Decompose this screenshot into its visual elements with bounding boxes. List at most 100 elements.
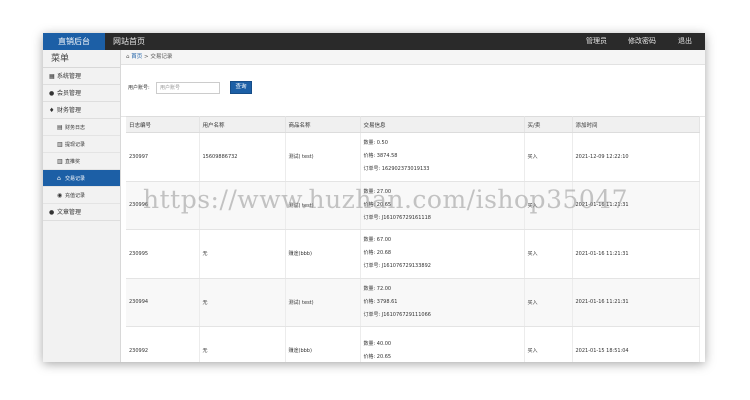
search-label: 用户账号: — [128, 85, 150, 91]
breadcrumb-home-link[interactable]: 首页 — [131, 54, 142, 60]
user-icon: ● — [49, 209, 55, 216]
cell-side: 买入 — [524, 181, 573, 230]
cell-time: 2021-01-16 11:21:31 — [572, 229, 700, 279]
cell-user: 无 — [199, 326, 286, 362]
admin-user-link[interactable]: 管理员 — [586, 33, 607, 50]
tint-icon: ♦ — [49, 107, 55, 114]
trade-price: 价格: 20.68 — [363, 250, 392, 257]
bank-icon: ▥ — [57, 141, 63, 148]
trade-records-table: 日志编号 用户名称 商品名称 交易信息 买/卖 添加时间 230997 1560… — [126, 116, 700, 362]
dashboard-icon: ◉ — [57, 192, 63, 199]
cell-log-id: 230996 — [126, 181, 200, 230]
sidebar-item-label: 充值记录 — [65, 193, 86, 199]
trade-price: 价格: 3874.58 — [363, 153, 398, 160]
cell-log-id: 230995 — [126, 229, 200, 279]
cell-user: 15609886732 — [199, 132, 286, 182]
main-content: ⌂ 首页 > 交易记录 用户账号: 查询 日志编号 用户名称 商品名称 交易信息… — [121, 50, 705, 362]
user-icon: ● — [49, 90, 55, 97]
search-input[interactable] — [156, 82, 220, 94]
cell-user: 无 — [199, 229, 286, 279]
top-navbar: 直销后台 网站首页 管理员 修改密码 退出 — [43, 33, 705, 50]
brand-logo-link[interactable]: 直销后台 — [43, 33, 105, 50]
column-header: 商品名称 — [285, 116, 361, 133]
sidebar-item-withdraw-records[interactable]: ▥ 提现记录 — [43, 136, 120, 153]
sidebar-item-system[interactable]: ▦ 系统管理 — [43, 68, 120, 85]
trade-order-number: 订单号: J161076729133892 — [363, 263, 431, 270]
breadcrumb-current: 交易记录 — [150, 54, 173, 60]
table-header-row: 日志编号 用户名称 商品名称 交易信息 买/卖 添加时间 — [126, 116, 700, 133]
sidebar-item-members[interactable]: ● 会员管理 — [43, 85, 120, 102]
sidebar-item-finance[interactable]: ♦ 财务管理 — [43, 102, 120, 119]
column-header: 交易信息 — [360, 116, 525, 133]
sidebar-item-label: 直推奖 — [65, 159, 81, 165]
cell-side: 买入 — [524, 326, 573, 362]
sidebar-item-label: 财务管理 — [57, 107, 82, 114]
column-header: 添加时间 — [572, 116, 700, 133]
cell-time: 2021-01-16 11:21:31 — [572, 278, 700, 327]
trade-quantity: 数量: 27.00 — [363, 188, 392, 195]
bank-icon: ▥ — [57, 158, 63, 165]
app-window: 直销后台 网站首页 管理员 修改密码 退出 菜单 ▦ 系统管理 ● 会员管理 ♦ 财务… — [43, 33, 705, 362]
sidebar-item-finance-log[interactable]: ▤ 财务日志 — [43, 119, 120, 136]
grid-icon: ▦ — [49, 73, 55, 80]
cell-trade-info: 数量: 72.00 价格: 3798.61 订单号: J161076729111… — [360, 278, 525, 327]
cell-time: 2021-12-09 12:22:10 — [572, 132, 700, 182]
cell-log-id: 230997 — [126, 132, 200, 182]
trade-price: 价格: 20.65 — [363, 201, 392, 208]
sidebar-title: 菜单 — [43, 50, 120, 68]
search-button[interactable]: 查询 — [230, 81, 252, 94]
table-row: 230994 无 测试( test) 数量: 72.00 价格: 3798.61… — [126, 278, 700, 327]
cell-side: 买入 — [524, 229, 573, 279]
breadcrumb-separator: > — [144, 54, 149, 60]
table-row: 230992 无 赚途(bbb) 数量: 40.00 价格: 20.65 买入 … — [126, 326, 700, 362]
cell-time: 2021-01-16 11:21:31 — [572, 181, 700, 230]
trade-price: 价格: 3798.61 — [363, 298, 398, 305]
change-password-link[interactable]: 修改密码 — [628, 33, 656, 50]
sidebar-item-label: 系统管理 — [57, 73, 82, 80]
sidebar-item-trade-records[interactable]: ⌂ 交易记录 — [43, 170, 120, 187]
website-home-link[interactable]: 网站首页 — [113, 33, 145, 50]
logout-link[interactable]: 退出 — [678, 33, 692, 50]
cell-trade-info: 数量: 40.00 价格: 20.65 — [360, 326, 525, 362]
sidebar-item-recharge-records[interactable]: ◉ 充值记录 — [43, 187, 120, 204]
trade-quantity: 数量: 67.00 — [363, 237, 392, 244]
column-header: 买/卖 — [524, 116, 573, 133]
table-row: 230997 15609886732 测试( test) 数量: 0.50 价格… — [126, 132, 700, 182]
cell-trade-info: 数量: 0.50 价格: 3874.58 订单号: 16290237301913… — [360, 132, 525, 182]
sidebar-item-label: 文章管理 — [57, 209, 82, 216]
trade-quantity: 数量: 0.50 — [363, 140, 388, 147]
trade-order-number: 订单号: J161076729111066 — [363, 311, 431, 318]
cell-user: 无 — [199, 278, 286, 327]
column-header: 日志编号 — [126, 116, 200, 133]
trade-price: 价格: 20.65 — [363, 353, 392, 360]
cell-product: 赚途(bbb) — [285, 229, 361, 279]
cell-trade-info: 数量: 67.00 价格: 20.68 订单号: J16107672913389… — [360, 229, 525, 279]
cell-time: 2021-01-15 18:51:04 — [572, 326, 700, 362]
trade-quantity: 数量: 40.00 — [363, 340, 392, 347]
cell-side: 买入 — [524, 132, 573, 182]
cell-side: 买入 — [524, 278, 573, 327]
book-icon: ▤ — [57, 124, 63, 131]
table-row: 230995 无 赚途(bbb) 数量: 67.00 价格: 20.68 订单号… — [126, 229, 700, 279]
breadcrumb: ⌂ 首页 > 交易记录 — [121, 50, 705, 65]
sidebar-item-label: 交易记录 — [65, 176, 86, 182]
sidebar-item-label: 会员管理 — [57, 90, 82, 97]
sidebar-item-direct-bonus[interactable]: ▥ 直推奖 — [43, 153, 120, 170]
home-icon: ⌂ — [57, 175, 61, 182]
cell-log-id: 230994 — [126, 278, 200, 327]
trade-order-number: 订单号: 162902373019133 — [363, 166, 430, 173]
sidebar-item-label: 提现记录 — [65, 142, 86, 148]
trade-order-number: 订单号: J161076729161118 — [363, 214, 431, 221]
cell-product: 测试( test) — [285, 278, 361, 327]
sidebar-item-articles[interactable]: ● 文章管理 — [43, 204, 120, 221]
table-row: 230996 测试( test) 数量: 27.00 价格: 20.65 订单号… — [126, 181, 700, 230]
cell-product: 测试( test) — [285, 181, 361, 230]
cell-product: 测试( test) — [285, 132, 361, 182]
cell-trade-info: 数量: 27.00 价格: 20.65 订单号: J16107672916111… — [360, 181, 525, 230]
cell-product: 赚途(bbb) — [285, 326, 361, 362]
sidebar-menu: 菜单 ▦ 系统管理 ● 会员管理 ♦ 财务管理 ▤ 财务日志 ▥ 提现记录 ▥ 直推奖 ⌂ 交… — [43, 50, 121, 362]
sidebar-item-label: 财务日志 — [65, 125, 86, 131]
cell-user — [199, 181, 286, 230]
cell-log-id: 230992 — [126, 326, 200, 362]
trade-quantity: 数量: 72.00 — [363, 285, 392, 292]
